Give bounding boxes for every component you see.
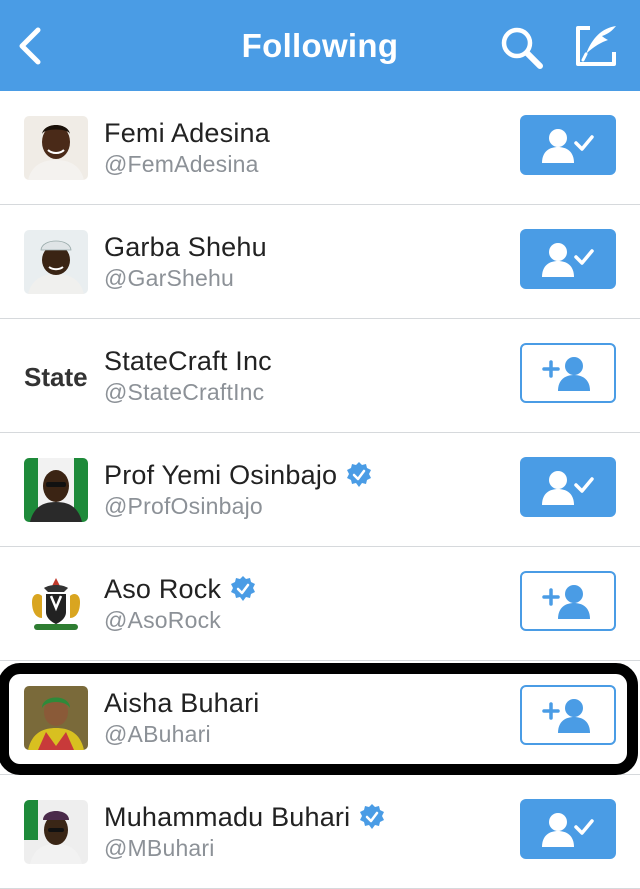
following-button[interactable]	[520, 799, 616, 859]
avatar[interactable]	[24, 686, 88, 750]
add-user-icon	[542, 357, 590, 391]
user-handle: @AsoRock	[104, 607, 221, 633]
following-list: Femi Adesina @FemAdesina Garba Shehu @Ga…	[0, 91, 640, 889]
user-name: Femi Adesina	[104, 117, 270, 148]
user-row[interactable]: Muhammadu Buhari @MBuhari	[0, 775, 640, 889]
user-row[interactable]: Femi Adesina @FemAdesina	[0, 91, 640, 205]
user-name: Garba Shehu	[104, 231, 267, 262]
avatar[interactable]	[24, 116, 88, 180]
verified-badge-icon	[229, 575, 257, 603]
follow-button[interactable]	[520, 685, 616, 745]
add-user-icon	[542, 699, 590, 733]
user-name: Aso Rock	[104, 573, 222, 604]
following-button[interactable]	[520, 115, 616, 175]
user-row[interactable]: State StateCraft Inc @StateCraftInc	[0, 319, 640, 433]
user-name: Aisha Buhari	[104, 687, 260, 718]
navigation-bar: Following	[0, 0, 640, 91]
follow-button[interactable]	[520, 343, 616, 403]
user-handle: @MBuhari	[104, 835, 215, 861]
add-user-icon	[542, 585, 590, 619]
user-handle: @GarShehu	[104, 265, 234, 291]
user-name: Prof Yemi Osinbajo	[104, 459, 338, 490]
user-row[interactable]: Prof Yemi Osinbajo @ProfOsinbajo	[0, 433, 640, 547]
compose-icon[interactable]	[572, 22, 620, 70]
user-name: StateCraft Inc	[104, 345, 272, 376]
following-button[interactable]	[520, 229, 616, 289]
user-handle: @ABuhari	[104, 721, 211, 747]
user-check-icon	[542, 243, 594, 277]
avatar[interactable]	[24, 458, 88, 522]
user-row[interactable]: Aisha Buhari @ABuhari	[0, 661, 640, 775]
statecraft-logo-text: State	[24, 362, 88, 392]
search-icon[interactable]	[498, 24, 546, 72]
avatar[interactable]: State	[24, 344, 88, 408]
user-check-icon	[542, 129, 594, 163]
verified-badge-icon	[345, 461, 373, 489]
avatar[interactable]	[24, 572, 88, 636]
verified-badge-icon	[358, 803, 386, 831]
user-name: Muhammadu Buhari	[104, 801, 351, 832]
user-check-icon	[542, 813, 594, 847]
user-handle: @FemAdesina	[104, 151, 259, 177]
following-button[interactable]	[520, 457, 616, 517]
user-row[interactable]: Garba Shehu @GarShehu	[0, 205, 640, 319]
follow-button[interactable]	[520, 571, 616, 631]
avatar[interactable]	[24, 230, 88, 294]
user-handle: @ProfOsinbajo	[104, 493, 263, 519]
user-handle: @StateCraftInc	[104, 379, 265, 405]
user-check-icon	[542, 471, 594, 505]
avatar[interactable]	[24, 800, 88, 864]
user-row[interactable]: Aso Rock @AsoRock	[0, 547, 640, 661]
